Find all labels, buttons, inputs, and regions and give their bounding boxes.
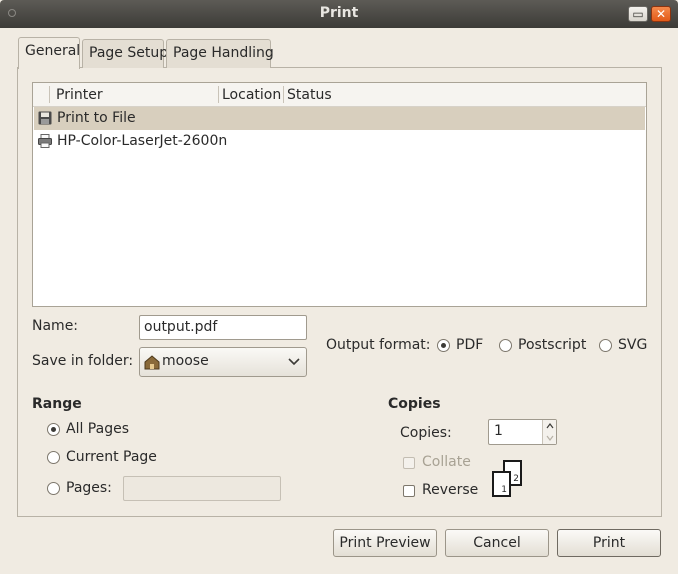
printer-name: HP-Color-LaserJet-2600n: [57, 133, 228, 149]
window-title: Print: [319, 5, 359, 21]
printer-list-header: Printer Location Status: [33, 83, 646, 107]
tab-page-setup[interactable]: Page Setup: [82, 39, 168, 68]
column-header-status[interactable]: Status: [287, 87, 332, 103]
column-separator: [49, 86, 50, 103]
print-preview-button[interactable]: Print Preview: [333, 529, 437, 557]
range-section-title: Range: [32, 396, 82, 412]
maximize-button[interactable]: ▭: [628, 6, 648, 22]
reverse-checkbox[interactable]: [403, 485, 415, 497]
floppy-disk-icon: [38, 111, 52, 125]
postscript-radio-label[interactable]: Postscript: [518, 337, 586, 353]
preview-page-front-number: 1: [501, 485, 507, 495]
copies-spinbutton[interactable]: 1: [488, 419, 557, 445]
printer-icon: [38, 134, 52, 148]
copies-value: 1: [494, 423, 503, 439]
save-in-folder-combo[interactable]: moose: [139, 347, 307, 377]
printer-row-hp-color-laserjet[interactable]: HP-Color-LaserJet-2600n: [34, 130, 645, 153]
title-bar: Print ▭ ✕: [0, 0, 678, 28]
collate-checkbox[interactable]: [403, 457, 415, 469]
all-pages-radio[interactable]: [47, 423, 60, 436]
pdf-radio[interactable]: [437, 339, 450, 352]
preview-page-back-number: 2: [513, 474, 519, 484]
column-header-location[interactable]: Location: [222, 87, 281, 103]
name-input[interactable]: output.pdf: [139, 315, 307, 340]
printer-name: Print to File: [57, 110, 136, 126]
tab-general-label: General: [25, 43, 81, 59]
print-button[interactable]: Print: [557, 529, 661, 557]
output-format-label: Output format:: [326, 337, 431, 353]
spin-down-icon[interactable]: [546, 435, 554, 441]
column-separator: [283, 86, 284, 103]
save-in-folder-value: moose: [162, 353, 209, 369]
name-input-value: output.pdf: [144, 319, 218, 335]
reverse-label[interactable]: Reverse: [422, 482, 478, 498]
tab-general[interactable]: General: [18, 37, 80, 69]
column-separator: [218, 86, 219, 103]
all-pages-label[interactable]: All Pages: [66, 421, 129, 437]
printer-row-print-to-file[interactable]: Print to File: [34, 107, 645, 130]
svg-radio[interactable]: [599, 339, 612, 352]
svg-radio-label[interactable]: SVG: [618, 337, 647, 353]
cancel-button[interactable]: Cancel: [445, 529, 549, 557]
tab-page-setup-label: Page Setup: [89, 45, 169, 61]
save-in-folder-label: Save in folder:: [32, 353, 134, 369]
chevron-down-icon: [288, 358, 300, 366]
printer-list[interactable]: Printer Location Status Print to File HP…: [32, 82, 647, 307]
spin-up-icon[interactable]: [546, 423, 554, 429]
pages-radio[interactable]: [47, 482, 60, 495]
name-label: Name:: [32, 318, 79, 334]
copies-label: Copies:: [400, 425, 452, 441]
tab-page-handling[interactable]: Page Handling: [166, 39, 274, 68]
column-header-printer[interactable]: Printer: [56, 87, 103, 103]
pdf-radio-label[interactable]: PDF: [456, 337, 483, 353]
pages-input[interactable]: [123, 476, 281, 501]
current-page-label[interactable]: Current Page: [66, 449, 157, 465]
preview-page-front: 1: [492, 471, 511, 497]
tab-page-handling-label: Page Handling: [173, 45, 274, 61]
postscript-radio[interactable]: [499, 339, 512, 352]
home-folder-icon: [144, 355, 160, 370]
current-page-radio[interactable]: [47, 451, 60, 464]
pages-label[interactable]: Pages:: [66, 480, 112, 496]
collate-preview: 2 1: [492, 460, 526, 498]
collate-label: Collate: [422, 454, 471, 470]
close-button[interactable]: ✕: [651, 6, 671, 22]
copies-section-title: Copies: [388, 396, 441, 412]
copies-spin-arrows[interactable]: [542, 420, 556, 444]
